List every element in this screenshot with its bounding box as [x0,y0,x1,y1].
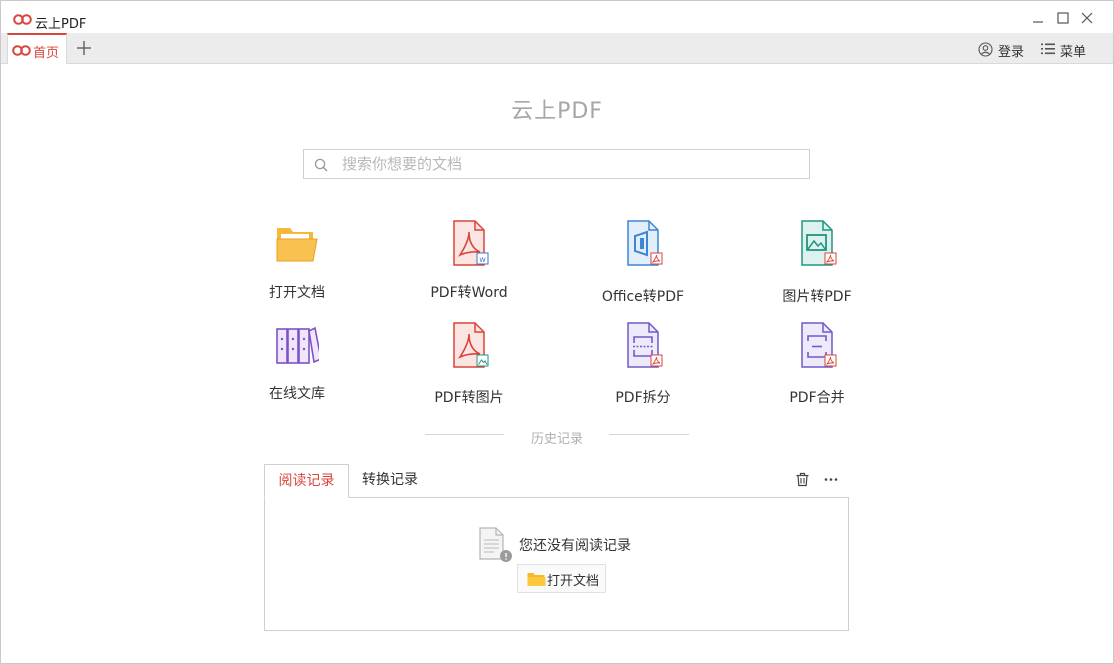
cloud-logo-icon [13,14,32,25]
tool-office-to-pdf[interactable]: Office转PDF [573,219,713,309]
title-bar: 云上PDF [1,1,1113,33]
divider-right [609,434,689,435]
tool-label: 在线文库 [269,386,325,402]
tool-label: 图片转PDF [782,289,852,305]
user-icon [978,42,993,57]
open-document-label: 打开文档 [547,574,600,589]
page-title: 云上PDF [511,99,603,124]
office-to-pdf-icon [627,220,663,266]
pdf-split-icon [627,322,663,368]
pdf-to-word-icon: w [453,220,489,266]
login-label: 登录 [998,45,1025,60]
pdf-to-image-icon [453,322,489,368]
tab-bar: 首页 登录 菜单 [1,33,1113,64]
search-input[interactable] [342,154,797,174]
tool-open-document[interactable]: 打开文档 [227,219,367,309]
app-window: 云上PDF 首页 登录 菜单 云上PDF 搜索你想要的文档 打开文档 w PDF… [0,0,1114,664]
minimize-icon[interactable] [1030,10,1046,26]
tool-label: PDF转图片 [434,390,504,406]
open-folder-icon [276,228,318,262]
add-tab-icon[interactable] [75,39,93,57]
search-icon [314,158,328,172]
tool-pdf-merge[interactable]: PDF合并 [747,321,887,411]
tool-label: PDF拆分 [615,390,671,406]
more-options-icon[interactable] [823,472,839,487]
tab-conversion-history[interactable]: 转换记录 [349,464,431,498]
tool-label: PDF合并 [789,390,845,406]
empty-document-icon [479,527,512,562]
window-title: 云上PDF [35,17,87,32]
maximize-icon[interactable] [1055,10,1071,26]
list-menu-icon [1041,43,1055,55]
svg-text:w: w [479,255,486,264]
tool-pdf-to-image[interactable]: PDF转图片 [399,321,539,411]
search-box[interactable] [303,149,810,179]
tool-pdf-split[interactable]: PDF拆分 [573,321,713,411]
history-section-label: 历史记录 [530,432,583,447]
tool-label: 打开文档 [269,285,325,301]
tool-image-to-pdf[interactable]: 图片转PDF [747,219,887,309]
trash-icon[interactable] [795,472,810,487]
tool-label: Office转PDF [601,289,685,305]
menu-label: 菜单 [1060,45,1087,60]
pdf-merge-icon [801,322,837,368]
tool-pdf-to-word[interactable]: w PDF转Word [399,219,539,309]
open-document-button[interactable]: 打开文档 [517,564,606,593]
tab-home[interactable]: 首页 [7,33,67,64]
tool-label: PDF转Word [430,285,508,301]
tab-reading-history[interactable]: 阅读记录 [264,464,349,498]
tool-online-library[interactable]: 在线文库 [227,321,367,411]
empty-history-message: 您还没有阅读记录 [519,538,631,554]
tab-home-label: 首页 [33,46,60,61]
close-icon[interactable] [1079,10,1095,26]
image-to-pdf-icon [801,220,837,266]
cloud-logo-icon [12,45,31,56]
folder-icon [527,573,546,586]
online-library-icon [276,326,319,364]
